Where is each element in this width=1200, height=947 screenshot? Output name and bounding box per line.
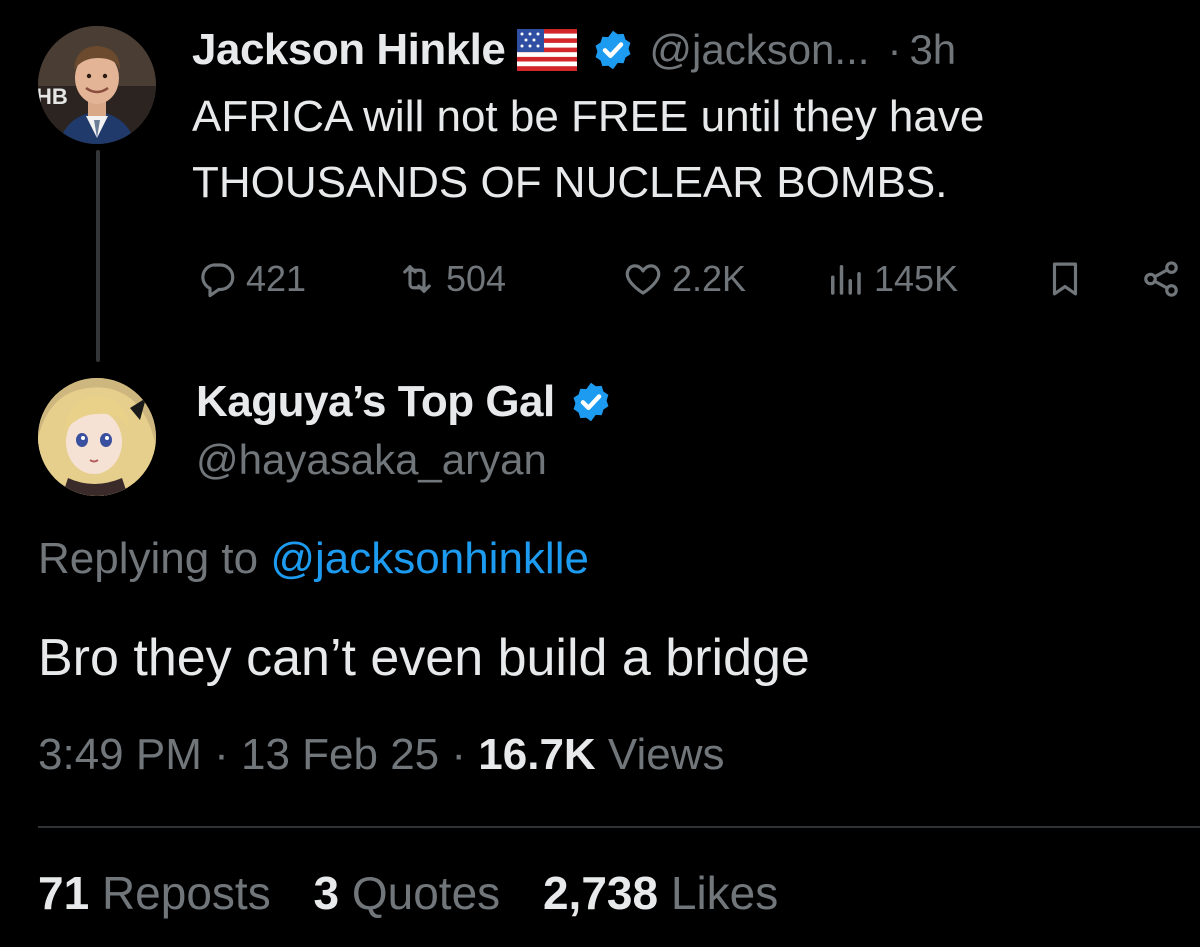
thread-connector-line bbox=[96, 150, 100, 362]
share-button[interactable] bbox=[1140, 252, 1182, 306]
header-separator: · bbox=[887, 26, 902, 73]
reply-tweet-stats: 71 Reposts 3 Quotes 2,738 Likes bbox=[38, 866, 808, 920]
likes-stat-link[interactable]: 2,738 Likes bbox=[543, 867, 778, 919]
quotes-stat-label: Quotes bbox=[339, 867, 501, 919]
reply-count: 421 bbox=[246, 258, 307, 299]
parent-tweet-header: Jackson Hinkle @jackson... · 3h bbox=[192, 20, 956, 80]
parent-tweet-time[interactable]: 3h bbox=[909, 26, 956, 74]
reposts-stat-count: 71 bbox=[38, 867, 90, 919]
bookmark-icon bbox=[1052, 262, 1078, 296]
avatar-badge-text: HB bbox=[38, 84, 68, 109]
us-flag-icon bbox=[517, 29, 578, 71]
likes-stat-label: Likes bbox=[658, 867, 779, 919]
replying-to-prefix: Replying to bbox=[38, 534, 271, 583]
reply-tweet-date[interactable]: 13 Feb 25 bbox=[241, 730, 439, 779]
avatar-image: HB bbox=[38, 26, 156, 144]
reply-tweet-header: Kaguya’s Top Gal bbox=[196, 372, 613, 432]
reply-tweet-meta: 3:49 PM · 13 Feb 25 · 16.7K Views bbox=[38, 730, 725, 780]
repost-button[interactable]: 504 bbox=[396, 252, 506, 306]
repost-icon bbox=[403, 265, 431, 293]
verified-badge-icon bbox=[595, 30, 631, 70]
reply-button[interactable]: 421 bbox=[196, 252, 306, 306]
replying-to-mention-link[interactable]: @jacksonhinklle bbox=[270, 534, 589, 583]
reply-author-name[interactable]: Kaguya’s Top Gal bbox=[196, 377, 555, 427]
reply-views-count: 16.7K bbox=[478, 730, 596, 779]
heart-icon bbox=[625, 264, 661, 295]
repost-count: 504 bbox=[446, 258, 507, 299]
share-icon bbox=[1144, 261, 1178, 297]
parent-author-name[interactable]: Jackson Hinkle bbox=[192, 25, 506, 75]
reply-author-avatar[interactable] bbox=[38, 378, 156, 496]
reply-author-handle[interactable]: @hayasaka_aryan bbox=[196, 436, 547, 484]
reply-icon bbox=[201, 263, 235, 298]
meta-separator: · bbox=[214, 730, 229, 779]
reply-views-label: Views bbox=[595, 730, 725, 779]
parent-author-avatar[interactable]: HB bbox=[38, 26, 156, 144]
like-count: 2.2K bbox=[672, 258, 747, 299]
parent-author-handle[interactable]: @jackson... bbox=[649, 26, 869, 74]
reply-tweet-time[interactable]: 3:49 PM bbox=[38, 730, 202, 779]
likes-stat-count: 2,738 bbox=[542, 867, 659, 919]
reply-tweet-text: Bro they can’t even build a bridge bbox=[38, 629, 810, 687]
like-button[interactable]: 2.2K bbox=[622, 252, 746, 306]
parent-tweet-actions: 421 504 2.2K 145K bbox=[196, 252, 1186, 306]
avatar-image bbox=[38, 378, 156, 496]
meta-separator: · bbox=[451, 730, 467, 779]
reposts-stat-link[interactable]: 71 Reposts bbox=[38, 867, 271, 919]
views-button[interactable]: 145K bbox=[824, 252, 958, 306]
parent-tweet-text: AFRICA will not be FREE until they have … bbox=[192, 92, 985, 207]
verified-badge-icon bbox=[573, 382, 609, 422]
quotes-stat-link[interactable]: 3 Quotes bbox=[313, 867, 500, 919]
analytics-icon bbox=[831, 265, 861, 295]
reposts-stat-label: Reposts bbox=[89, 867, 271, 919]
bookmark-button[interactable] bbox=[1044, 252, 1086, 306]
replying-to-line: Replying to @jacksonhinklle bbox=[38, 534, 589, 584]
views-count: 145K bbox=[874, 258, 959, 299]
tweet-thread: HB Jackson Hinkle @jackson... · 3h AFRIC… bbox=[0, 0, 1200, 947]
stats-divider bbox=[38, 826, 1200, 828]
quotes-stat-count: 3 bbox=[313, 867, 340, 919]
